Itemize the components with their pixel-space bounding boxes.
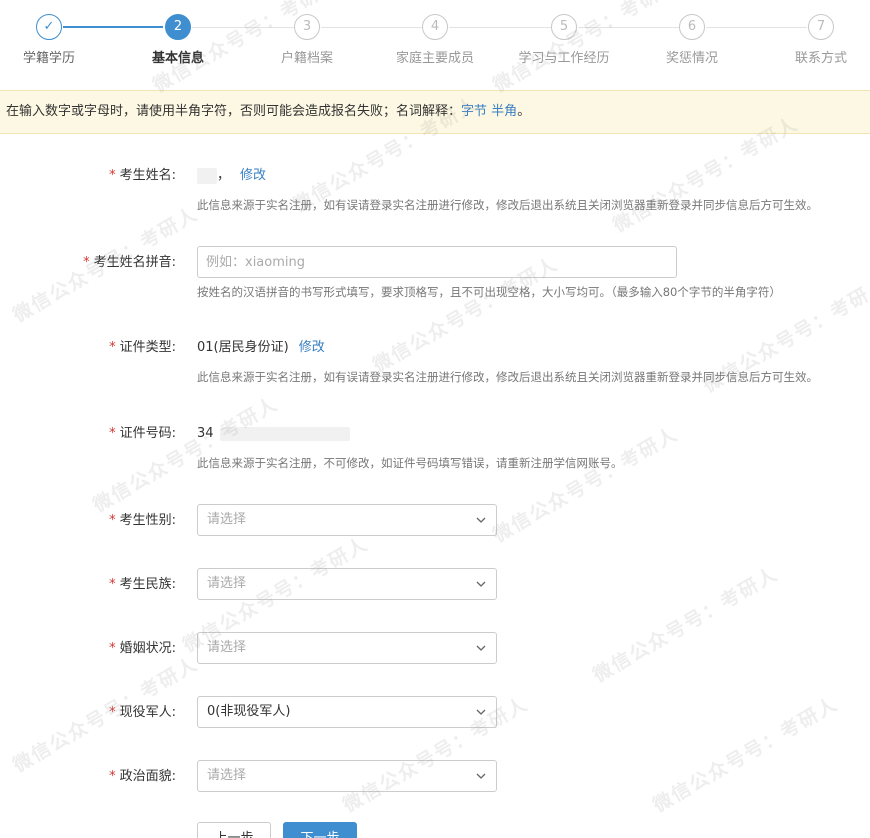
watermark: 微信公众号号：考研人 — [649, 692, 843, 817]
halfwidth-link[interactable]: 半角 — [491, 104, 517, 119]
watermark: 微信公众号号：考研人 — [589, 562, 783, 687]
chevron-down-icon — [476, 581, 486, 587]
step-label: 户籍档案 — [280, 51, 333, 66]
pinyin-label: * 考生姓名拼音: — [83, 255, 176, 270]
step-label: 家庭主要成员 — [395, 51, 474, 66]
chevron-down-icon — [476, 773, 486, 779]
chevron-down-icon — [476, 709, 486, 715]
step-connector — [449, 27, 551, 28]
step-number: 7 — [808, 14, 834, 40]
watermark: 微信公众号号：考研人 — [489, 422, 683, 547]
id-type-edit-link[interactable]: 修改 — [299, 340, 325, 355]
id-type-label: * 证件类型: — [109, 340, 176, 355]
name-value: ，修改 — [197, 159, 266, 193]
redacted-block — [219, 426, 350, 441]
military-label: * 现役军人: — [109, 705, 176, 720]
notice-text: 在输入数字或字母时，请使用半角字符，否则可能会造成报名失败；名词解释： — [6, 104, 462, 119]
step-label: 联系方式 — [794, 51, 847, 66]
name-label: * 考生姓名: — [109, 168, 176, 183]
step-number: 6 — [679, 14, 705, 40]
step-label: 学籍学历 — [22, 51, 75, 66]
pinyin-input[interactable] — [197, 246, 677, 278]
step-label: 学习与工作经历 — [518, 51, 610, 66]
step-connector — [63, 26, 163, 28]
progress-steps: ✓ 学籍学历 2 基本信息 3 户籍档案 4 家庭主要成员 5 学习与工作经历 … — [0, 0, 870, 90]
id-type-help: 此信息来源于实名注册，如有误请登录实名注册进行修改，修改后退出系统且关闭浏览器重… — [197, 370, 818, 384]
step-label: 基本信息 — [151, 51, 204, 66]
step-number: 4 — [422, 14, 448, 40]
id-number-help: 此信息来源于实名注册，不可修改，如证件号码填写错误，请重新注册学信网账号。 — [197, 456, 623, 470]
step-connector — [192, 27, 294, 28]
step-number: 5 — [551, 14, 577, 40]
ethnicity-select[interactable]: 请选择 — [197, 568, 497, 600]
step-number: 3 — [294, 14, 320, 40]
id-number-value: 34 — [197, 417, 350, 451]
prev-step-button[interactable]: 上一步 — [197, 822, 271, 838]
marital-label: * 婚姻状况: — [109, 641, 176, 656]
military-select[interactable]: 0(非现役军人) — [197, 696, 497, 728]
ethnicity-label: * 考生民族: — [109, 577, 176, 592]
political-label: * 政治面貌: — [109, 769, 176, 784]
halfwidth-notice: 在输入数字或字母时，请使用半角字符，否则可能会造成报名失败；名词解释：字节 半角… — [0, 90, 870, 134]
step-number: 2 — [165, 14, 191, 40]
step-connector — [706, 27, 807, 28]
step-label: 奖惩情况 — [665, 51, 718, 66]
byte-link[interactable]: 字节 — [461, 104, 487, 119]
check-icon: ✓ — [36, 14, 62, 40]
political-select[interactable]: 请选择 — [197, 760, 497, 792]
name-help: 此信息来源于实名注册，如有误请登录实名注册进行修改，修改后退出系统且关闭浏览器重… — [197, 198, 818, 212]
gender-select[interactable]: 请选择 — [197, 504, 497, 536]
name-edit-link[interactable]: 修改 — [240, 168, 266, 183]
gender-label: * 考生性别: — [109, 513, 176, 528]
step-connector — [578, 27, 679, 28]
next-step-button[interactable]: 下一步 — [283, 822, 357, 838]
marital-select[interactable]: 请选择 — [197, 632, 497, 664]
redacted-block — [197, 167, 217, 184]
step-connector — [321, 27, 422, 28]
notice-tail: 。 — [517, 104, 531, 119]
id-number-label: * 证件号码: — [109, 426, 176, 441]
chevron-down-icon — [476, 517, 486, 523]
chevron-down-icon — [476, 645, 486, 651]
watermark: 微信公众号号：考研人 — [89, 392, 283, 517]
id-type-value: 01(居民身份证) 修改 — [197, 340, 325, 355]
pinyin-help: 按姓名的汉语拼音的书写形式填写，要求顶格写，且不可出现空格，大小写均可。（最多输… — [197, 285, 781, 299]
